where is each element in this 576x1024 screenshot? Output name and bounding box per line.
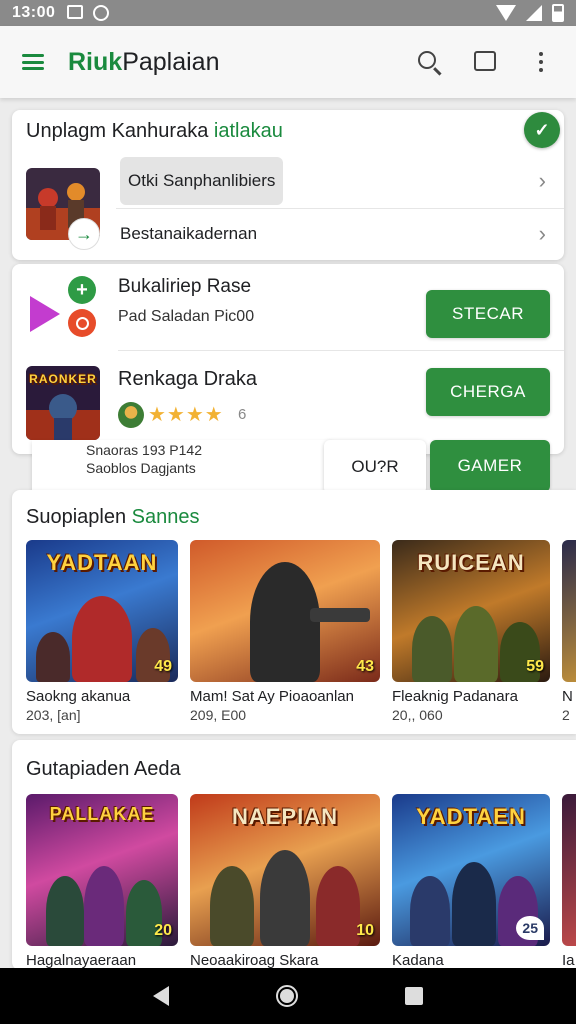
game-artwork: YADTAEN 25 xyxy=(392,794,550,946)
game-tile[interactable]: 43 Mam! Sat Ay Pioaoanlan 209, E00 xyxy=(190,540,380,723)
game-artwork: PALLAKAE 20 xyxy=(26,794,178,946)
game-name: Kadana xyxy=(392,952,444,969)
chevron-right-icon: › xyxy=(538,220,546,246)
wifi-icon xyxy=(496,5,516,21)
hamburger-menu-icon[interactable] xyxy=(22,54,44,70)
game-tile[interactable]: YADTAEN 25 Kadana xyxy=(392,794,550,969)
avatar xyxy=(118,402,144,428)
featured-card: Unplagm Kanhuraka iatlakau ✓ → Otki Sanp… xyxy=(12,110,564,260)
game-meta: 20,, 060 xyxy=(392,707,443,723)
cherga-button[interactable]: CHERGA xyxy=(426,368,550,416)
game-title-2: Renkaga Draka xyxy=(118,368,257,390)
check-icon[interactable]: ✓ xyxy=(524,112,560,148)
recents-icon[interactable] xyxy=(404,987,423,1005)
featured-row-1[interactable]: Otki Sanphanlibiers › xyxy=(116,156,564,206)
game-tile[interactable]: Ia xyxy=(562,794,576,969)
featured-card-title: Unplagm Kanhuraka iatlakau xyxy=(26,120,283,142)
section-title: Suopiaplen Sannes xyxy=(26,506,200,528)
add-icon[interactable]: + xyxy=(68,276,96,304)
more-options-icon[interactable] xyxy=(528,49,554,75)
outline-button[interactable]: OU?R xyxy=(324,440,426,494)
game-artwork: RUICEAN 59 xyxy=(392,540,550,682)
signal-icon xyxy=(526,5,542,21)
arrow-right-icon[interactable]: → xyxy=(68,218,100,250)
pointer-icon xyxy=(30,296,60,332)
section-popular: Suopiaplen Sannes YADTAAN 49 Saokng akan… xyxy=(12,490,576,734)
stecar-button[interactable]: STECAR xyxy=(426,290,550,338)
section-title: Gutapiaden Aeda xyxy=(26,758,181,780)
game-name: Neoaakiroag Skara xyxy=(190,952,319,969)
game-name: Ia xyxy=(562,952,575,969)
game-title-1: Bukaliriep Rase xyxy=(118,276,252,297)
game-tile[interactable]: PALLAKAE 20 Hagalnayaeraan xyxy=(26,794,178,969)
game-thumbnail[interactable]: RAONKER xyxy=(26,366,100,440)
game-name: N xyxy=(562,688,573,705)
game-artwork: 43 xyxy=(190,540,380,682)
star-rating-icon: ★★★★ xyxy=(148,404,224,426)
home-icon[interactable] xyxy=(275,985,298,1007)
game-tile[interactable]: NAEPIAN 10 Neoaakiroag Skara xyxy=(190,794,380,969)
section-games: Gutapiaden Aeda PALLAKAE 20 Hagalnayaera… xyxy=(12,740,576,970)
app-bar: RiukPaplaian xyxy=(0,26,576,98)
game-name: Fleaknig Padanara xyxy=(392,688,518,705)
status-bar: 13:00 xyxy=(0,0,576,26)
game-artwork: NAEPIAN 10 xyxy=(190,794,380,946)
status-time: 13:00 xyxy=(12,4,56,21)
battery-icon xyxy=(552,4,564,22)
game-name: Saokng akanua xyxy=(26,688,131,705)
game-name: Hagalnayaeraan xyxy=(26,952,137,969)
gamer-button[interactable]: GAMER xyxy=(430,440,550,492)
game-subtitle-1: Pad Saladan Pic00 xyxy=(118,308,255,325)
chat-icon[interactable] xyxy=(472,49,498,75)
app-title: RiukPaplaian xyxy=(68,47,220,76)
game-artwork xyxy=(562,540,576,682)
info-line-1: Snaoras 193 P142 xyxy=(86,442,202,458)
game-tile[interactable]: RUICEAN 59 Fleaknig Padanara 20,, 060 xyxy=(392,540,550,723)
app-notification-icon xyxy=(93,5,110,21)
search-icon[interactable] xyxy=(416,49,442,75)
game-meta: 2 xyxy=(562,707,570,723)
chevron-right-icon: › xyxy=(538,168,546,193)
game-tile[interactable]: N 2 xyxy=(562,540,576,723)
game-artwork xyxy=(562,794,576,946)
featured-row-2[interactable]: Bestanaikadernan › xyxy=(116,208,564,258)
rating-count: 6 xyxy=(238,406,247,423)
info-line-2: Saoblos Dagjants xyxy=(86,460,196,476)
divider xyxy=(118,350,564,351)
back-icon[interactable] xyxy=(153,986,170,1006)
image-notification-icon xyxy=(67,5,84,19)
game-tile[interactable]: YADTAAN 49 Saokng akanua 203, [an] xyxy=(26,540,178,723)
game-meta: 209, E00 xyxy=(190,707,247,723)
game-name: Mam! Sat Ay Pioaoanlan xyxy=(190,688,354,705)
game-meta: 203, [an] xyxy=(26,707,81,723)
system-nav-bar xyxy=(0,968,576,1024)
record-icon[interactable] xyxy=(68,309,96,337)
game-artwork: YADTAAN 49 xyxy=(26,540,178,682)
